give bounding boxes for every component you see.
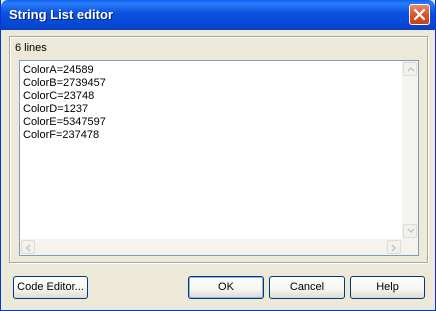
- memo-line: ColorA=24589: [23, 64, 94, 76]
- chevron-left-icon: [25, 244, 31, 252]
- memo-lines: ColorA=24589 ColorB=2739457 ColorC=23748…: [23, 64, 106, 142]
- string-list-memo[interactable]: ColorA=24589 ColorB=2739457 ColorC=23748…: [19, 60, 419, 256]
- chevron-down-icon: [407, 228, 415, 234]
- memo-line: ColorF=237478: [23, 129, 100, 141]
- chevron-right-icon: [391, 244, 397, 252]
- horizontal-scrollbar[interactable]: [20, 239, 402, 255]
- memo-line: ColorC=23748: [23, 90, 95, 102]
- string-list-editor-dialog: String List editor 6 lines ColorA=24589 …: [0, 0, 436, 311]
- scrollbar-corner: [402, 239, 418, 255]
- scroll-down-button[interactable]: [403, 224, 417, 238]
- chevron-up-icon: [407, 66, 415, 72]
- code-editor-button[interactable]: Code Editor...: [13, 276, 88, 299]
- memo-line: ColorB=2739457: [23, 77, 106, 89]
- memo-line: ColorE=5347597: [23, 116, 106, 128]
- line-count-label: 6 lines: [15, 42, 47, 54]
- title-bar[interactable]: String List editor: [1, 0, 435, 30]
- cancel-button[interactable]: Cancel: [269, 276, 345, 299]
- close-icon: [414, 9, 425, 20]
- vertical-scrollbar[interactable]: [402, 61, 418, 239]
- scroll-right-button[interactable]: [387, 240, 401, 254]
- scroll-left-button[interactable]: [21, 240, 35, 254]
- close-button[interactable]: [409, 4, 430, 25]
- scroll-up-button[interactable]: [403, 62, 417, 76]
- memo-line: ColorD=1237: [23, 103, 89, 115]
- ok-button[interactable]: OK: [188, 276, 264, 299]
- help-button[interactable]: Help: [350, 276, 425, 299]
- window-title: String List editor: [9, 7, 113, 22]
